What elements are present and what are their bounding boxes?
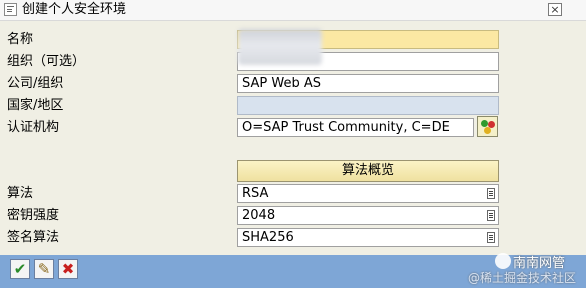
algorithm-value: RSA	[242, 186, 269, 201]
watermark-logo-icon	[495, 253, 511, 269]
key-length-value: 2048	[242, 208, 276, 223]
algorithm-label: 算法	[7, 186, 34, 201]
window-icon	[4, 3, 17, 16]
watermark-line2: @稀土掘金技术社区	[468, 271, 577, 285]
signature-algorithm-label: 签名算法	[7, 230, 60, 245]
key-length-field[interactable]: 2048	[237, 206, 499, 225]
certificate-check-button[interactable]	[477, 116, 498, 137]
pencil-icon: ✎	[37, 260, 51, 278]
company-label: 公司/组织	[7, 76, 64, 91]
cancel-icon: ✖	[61, 260, 75, 278]
confirm-button[interactable]: ✔	[10, 259, 30, 279]
algorithm-field[interactable]: RSA	[237, 184, 499, 203]
close-button[interactable]: ×	[548, 3, 562, 16]
cancel-button[interactable]: ✖	[58, 259, 78, 279]
key-length-label: 密钥强度	[7, 208, 60, 223]
org-optional-label: 组织（可选）	[7, 54, 86, 69]
signature-algorithm-field[interactable]: SHA256	[237, 228, 499, 247]
value-help-icon[interactable]	[487, 232, 495, 243]
window-title: 创建个人安全环境	[22, 2, 127, 17]
window-titlebar: 创建个人安全环境 ×	[0, 0, 586, 21]
ca-field[interactable]: O=SAP Trust Community, C=DE	[237, 118, 474, 137]
algorithm-overview-button[interactable]: 算法概览	[237, 160, 499, 182]
value-help-icon[interactable]	[487, 210, 495, 221]
country-label: 国家/地区	[7, 98, 64, 113]
redacted-area	[238, 29, 322, 65]
country-field[interactable]	[237, 96, 499, 115]
yellow-dot-icon	[484, 127, 491, 134]
edit-button[interactable]: ✎	[34, 259, 54, 279]
value-help-icon[interactable]	[487, 188, 495, 199]
green-dot-icon	[481, 120, 488, 127]
name-label: 名称	[7, 32, 34, 47]
signature-algorithm-value: SHA256	[242, 230, 294, 245]
company-field[interactable]: SAP Web AS	[237, 74, 499, 93]
check-icon: ✔	[13, 260, 27, 278]
ca-label: 认证机构	[7, 120, 60, 135]
